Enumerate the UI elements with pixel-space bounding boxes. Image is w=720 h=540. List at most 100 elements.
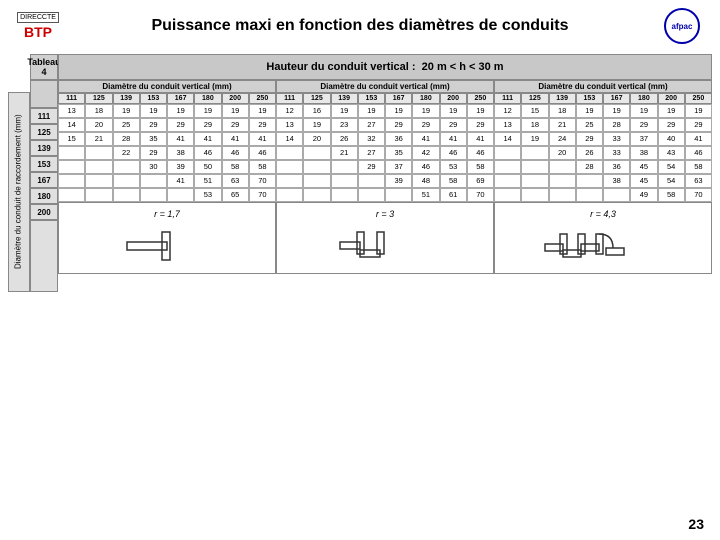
data-cell: 54: [658, 160, 685, 174]
data-cell: 51: [194, 174, 221, 188]
diagram-3: r = 4,3: [494, 202, 712, 274]
data-cell: 43: [658, 146, 685, 160]
data-row: 41516370 39485869 38455463: [58, 174, 712, 188]
logo-right: afpac: [652, 6, 712, 46]
data-cell: 61: [440, 188, 467, 202]
data-cell: [58, 160, 85, 174]
data-cell: 15: [58, 132, 85, 146]
data-cell: 18: [549, 104, 576, 118]
sub-header-cell: 139: [331, 93, 358, 104]
data-cell: 41: [167, 174, 194, 188]
data-cell: [521, 146, 548, 160]
data-cell: 19: [194, 104, 221, 118]
data-cell: 49: [630, 188, 657, 202]
row-header-diam: 167: [30, 172, 58, 188]
section-header-1: Diamètre du conduit vertical (mm): [58, 80, 276, 93]
page-title: Puissance maxi en fonction des diamètres…: [68, 17, 652, 35]
data-cell: 12: [494, 104, 521, 118]
data-cell: 24: [549, 132, 576, 146]
data-cell: [58, 146, 85, 160]
sub-header-cell: 250: [685, 93, 712, 104]
data-cell: 45: [630, 174, 657, 188]
diagram-1: r = 1,7: [58, 202, 276, 274]
data-cell: 46: [685, 146, 712, 160]
data-cell: 19: [412, 104, 439, 118]
sub-header-cell: 111: [276, 93, 303, 104]
logo-left: DIRECCTE BTP: [8, 6, 68, 46]
sub-header-cell: 250: [467, 93, 494, 104]
data-row: 536570 516170 495870: [58, 188, 712, 202]
data-cell: 41: [249, 132, 276, 146]
data-cell: [494, 188, 521, 202]
data-cell: 63: [222, 174, 249, 188]
data-cell: [85, 174, 112, 188]
data-cell: 58: [440, 174, 467, 188]
data-cell: [521, 160, 548, 174]
data-cell: [276, 160, 303, 174]
data-cell: 29: [194, 118, 221, 132]
data-cell: 19: [303, 118, 330, 132]
data-cell: [113, 160, 140, 174]
data-cell: 15: [521, 104, 548, 118]
data-cell: 41: [194, 132, 221, 146]
data-cell: 29: [249, 118, 276, 132]
sub-header-cell: 200: [440, 93, 467, 104]
sub-header-cell: 153: [576, 93, 603, 104]
data-cell: 27: [358, 118, 385, 132]
row-header-diam: 180: [30, 188, 58, 204]
data-cell: [494, 146, 521, 160]
data-cell: 41: [222, 132, 249, 146]
data-row: 1318191919191919 1216191919191919 121518…: [58, 104, 712, 118]
data-row: 3039505858 2937465358 2836455458: [58, 160, 712, 174]
data-cell: 40: [658, 132, 685, 146]
data-cell: 14: [276, 132, 303, 146]
data-cell: [549, 160, 576, 174]
header: DIRECCTE BTP Puissance maxi en fonction …: [8, 6, 712, 46]
pipe-diagram-2: [335, 222, 435, 267]
data-cell: 29: [658, 118, 685, 132]
data-cell: 14: [494, 132, 521, 146]
data-cell: [276, 188, 303, 202]
data-cell: 41: [440, 132, 467, 146]
data-cell: 58: [249, 160, 276, 174]
data-cell: 13: [494, 118, 521, 132]
data-cell: 26: [576, 146, 603, 160]
data-cell: 29: [385, 118, 412, 132]
data-cell: [549, 174, 576, 188]
data-cell: 30: [140, 160, 167, 174]
sub-header-cell: 180: [412, 93, 439, 104]
afpac-logo: afpac: [664, 8, 700, 44]
row-header-diam: 200: [30, 204, 58, 220]
page: DIRECCTE BTP Puissance maxi en fonction …: [0, 0, 720, 540]
data-cell: 28: [603, 118, 630, 132]
data-cell: 58: [222, 160, 249, 174]
data-cell: 29: [630, 118, 657, 132]
data-cell: 46: [194, 146, 221, 160]
data-cell: [521, 188, 548, 202]
btp-label: BTP: [17, 24, 59, 40]
data-cell: [85, 160, 112, 174]
data-cell: 29: [140, 146, 167, 160]
data-cell: [167, 188, 194, 202]
data-cell: [85, 188, 112, 202]
data-cell: [113, 174, 140, 188]
data-cell: [331, 188, 358, 202]
data-cell: 51: [412, 188, 439, 202]
data-cell: 70: [249, 174, 276, 188]
sub-header-cell: 153: [140, 93, 167, 104]
data-cell: 54: [658, 174, 685, 188]
data-cell: 19: [440, 104, 467, 118]
data-cell: 25: [113, 118, 140, 132]
data-cell: [521, 174, 548, 188]
data-cell: 21: [85, 132, 112, 146]
data-cell: 18: [521, 118, 548, 132]
data-cell: 19: [603, 104, 630, 118]
data-cell: 19: [222, 104, 249, 118]
left-axis: Diamètre du conduit de raccordement (mm): [8, 54, 30, 292]
data-cell: 14: [58, 118, 85, 132]
sub-header-cell: 125: [303, 93, 330, 104]
data-row: 1521283541414141 1420263236414141 141924…: [58, 132, 712, 146]
data-cell: 19: [331, 104, 358, 118]
data-cell: 53: [194, 188, 221, 202]
sub-header-cell: 125: [521, 93, 548, 104]
